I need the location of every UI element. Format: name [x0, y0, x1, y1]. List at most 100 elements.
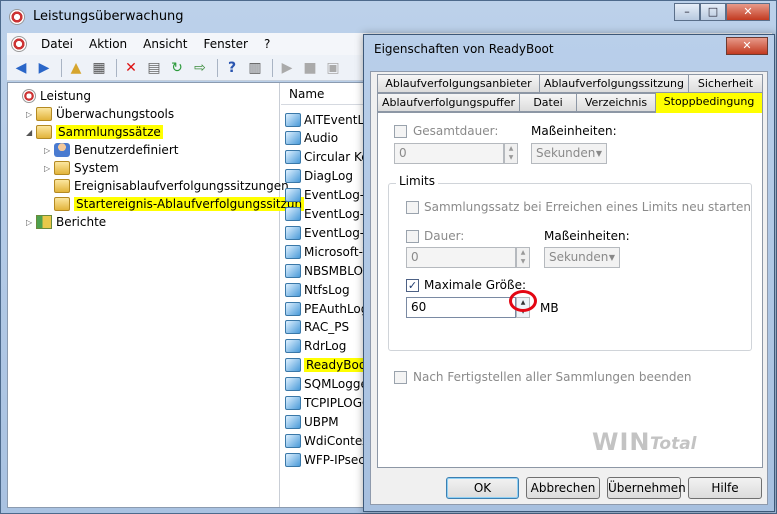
apply-button[interactable]: Übernehmen	[607, 477, 686, 499]
expand-triangle-icon[interactable]: ▷	[26, 218, 36, 227]
restart-label: Sammlungssatz bei Erreichen eines Limits…	[424, 200, 751, 214]
data-collector-icon	[285, 282, 301, 297]
list-item-label: DiagLog	[304, 169, 353, 184]
tree-item[interactable]: ▷ System	[44, 159, 119, 177]
expand-triangle-icon[interactable]: ▷	[26, 110, 36, 119]
list-item[interactable]: PEAuthLog	[285, 299, 368, 318]
list-item[interactable]: EventLog-Sy	[285, 223, 371, 242]
menu-fenster[interactable]: Fenster	[195, 37, 256, 51]
tree-item[interactable]: ▷ Benutzerdefiniert	[44, 141, 178, 159]
gesamtdauer-input[interactable]: 0	[394, 143, 504, 164]
export-icon[interactable]: ⇨	[190, 58, 210, 78]
list-item[interactable]: UBPM	[285, 412, 339, 431]
tab-verzeichnis[interactable]: Verzeichnis	[576, 93, 656, 112]
title-bar: Leistungsüberwachung – □ ✕	[1, 1, 776, 33]
list-item[interactable]: ReadyBoot	[285, 356, 371, 375]
list-item[interactable]: WdiContext	[285, 431, 371, 450]
expand-triangle-icon[interactable]: ◢	[26, 128, 36, 137]
dauer-label: Dauer:	[424, 229, 465, 243]
list-item[interactable]: SQMLogger	[285, 375, 371, 394]
list-item[interactable]: NBSMBLOG	[285, 261, 371, 280]
folder-icon	[36, 125, 52, 139]
gesamtdauer-unit-value: Sekunden	[536, 146, 596, 160]
maximize-button[interactable]: □	[700, 3, 726, 21]
data-collector-icon	[285, 320, 301, 335]
expand-triangle-icon[interactable]: ▷	[44, 146, 54, 155]
tab-ablaufverfolgungspuffer[interactable]: Ablaufverfolgungspuffer	[377, 93, 520, 112]
list-item-label: SQMLogger	[304, 377, 371, 392]
restart-checkbox[interactable]	[406, 201, 419, 214]
tree-item[interactable]: ◢ Sammlungssätze	[26, 123, 163, 141]
list-item[interactable]: EventLog-Ap	[285, 186, 371, 205]
menu-aktion[interactable]: Aktion	[81, 37, 135, 51]
tab-ablaufverfolgungsanbieter[interactable]: Ablaufverfolgungsanbieter	[377, 74, 540, 93]
expand-triangle-icon[interactable]: ▷	[44, 164, 54, 173]
tab-datei[interactable]: Datei	[519, 93, 577, 112]
list-item[interactable]: NtfsLog	[285, 280, 350, 299]
gesamtdauer-checkbox[interactable]	[394, 125, 407, 138]
stop-icon[interactable]: ■	[300, 58, 320, 78]
after-all-checkbox[interactable]	[394, 371, 407, 384]
gesamtdauer-unit-select[interactable]: Sekunden ▼	[531, 143, 607, 164]
menu-ansicht[interactable]: Ansicht	[135, 37, 195, 51]
dialog-close-button[interactable]: ✕	[726, 37, 768, 55]
gesamtdauer-spinner[interactable]: ▲ ▼	[504, 143, 518, 164]
list-item[interactable]: AITEventLog	[285, 110, 371, 129]
list-item[interactable]: Microsoft-W	[285, 242, 371, 261]
back-arrow-icon[interactable]: ◀	[11, 58, 31, 78]
system-menu-icon[interactable]	[11, 36, 27, 52]
menu-datei[interactable]: Datei	[33, 37, 81, 51]
folder-icon	[54, 179, 70, 193]
tree-item[interactable]: ▷ Berichte	[26, 213, 106, 231]
max-size-checkbox[interactable]: ✓	[406, 279, 419, 292]
forward-arrow-icon[interactable]: ▶	[34, 58, 54, 78]
tree-item[interactable]: ▷ Überwachungstools	[26, 105, 174, 123]
tree-item[interactable]: Startereignis-Ablaufverfolgungssitzun	[44, 195, 305, 213]
list-item-label: NBSMBLOG	[304, 263, 371, 278]
tab-stoppbedingung[interactable]: Stoppbedingung	[655, 92, 763, 113]
refresh-icon[interactable]: ↻	[167, 58, 187, 78]
list-item[interactable]: RAC_PS	[285, 318, 349, 337]
record-icon[interactable]: ▣	[323, 58, 343, 78]
console-tree-icon[interactable]: ▦	[89, 58, 109, 78]
minimize-button[interactable]: –	[674, 3, 700, 21]
list-item-label: WFP-IPsec	[304, 452, 365, 467]
ok-button[interactable]: OK	[446, 477, 519, 499]
list-item[interactable]: DiagLog	[285, 167, 353, 186]
dauer-unit-select[interactable]: Sekunden ▼	[544, 247, 620, 268]
tree-item[interactable]: Ereignisablaufverfolgungssitzungen	[44, 177, 289, 195]
list-item-label: WdiContext	[304, 433, 371, 448]
column-header-name[interactable]: Name	[281, 83, 371, 105]
list-item[interactable]: Circular Kernel	[285, 148, 371, 167]
cancel-button[interactable]: Abbrechen	[526, 477, 600, 499]
menu-help[interactable]: ?	[256, 37, 278, 51]
help-button[interactable]: Hilfe	[688, 477, 762, 499]
up-folder-icon[interactable]: ▲	[66, 58, 86, 78]
dauer-checkbox[interactable]	[406, 230, 419, 243]
list-item[interactable]: EventLog-Se	[285, 205, 371, 224]
max-size-input[interactable]: 60	[406, 297, 516, 318]
properties-icon[interactable]: ▤	[144, 58, 164, 78]
list-item[interactable]: Audio	[285, 129, 338, 148]
view-icon[interactable]: ▥	[245, 58, 265, 78]
tab-sicherheit[interactable]: Sicherheit	[688, 74, 763, 93]
tree-item-label: Berichte	[56, 215, 107, 229]
dialog-body: Ablaufverfolgungsanbieter Ablaufverfolgu…	[370, 71, 768, 505]
delete-icon[interactable]: ✕	[121, 58, 141, 78]
tree-item[interactable]: Leistung	[12, 87, 91, 105]
dauer-unit-label: Maßeinheiten:	[544, 229, 630, 243]
list-item[interactable]: RdrLog	[285, 337, 346, 356]
play-icon[interactable]: ▶	[277, 58, 297, 78]
dauer-spinner[interactable]: ▲ ▼	[516, 247, 530, 268]
tree-item-label: Überwachungstools	[56, 107, 175, 121]
tree-item-label: Benutzerdefiniert	[74, 143, 179, 157]
list-item[interactable]: TCPIPLOGGE	[285, 394, 371, 413]
close-button[interactable]: ✕	[726, 3, 770, 21]
dauer-input[interactable]: 0	[406, 247, 516, 268]
tab-ablaufverfolgungssitzung[interactable]: Ablaufverfolgungssitzung	[539, 74, 689, 93]
help-icon[interactable]: ?	[222, 58, 242, 78]
list-item-label: AITEventLog	[304, 112, 371, 127]
highlight-ring	[509, 290, 537, 312]
list-item[interactable]: WFP-IPsec	[285, 450, 365, 469]
data-collector-icon	[285, 244, 301, 259]
